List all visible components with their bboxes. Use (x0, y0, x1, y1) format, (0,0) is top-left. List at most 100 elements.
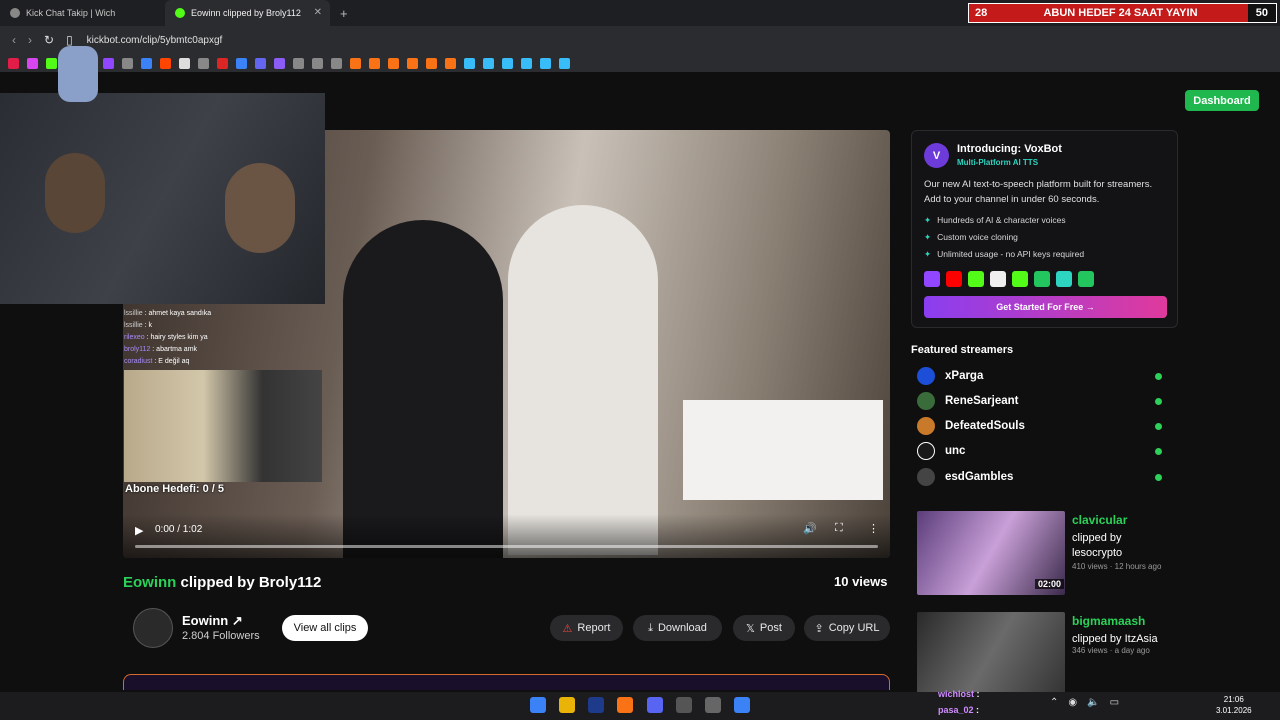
clip-meta: 346 views · a day ago (1072, 646, 1150, 655)
overlay-chat-log: lssillie : ahmet kaya sandıka lssillie :… (124, 308, 324, 368)
bookmark-generic-icon[interactable] (369, 57, 380, 69)
voxbot-subtitle: Multi-Platform AI TTS (957, 158, 1039, 167)
live-indicator-icon (1155, 473, 1162, 481)
download-button[interactable]: ⤓ Download (633, 615, 722, 641)
avatar (917, 392, 935, 410)
forward-icon[interactable]: › (28, 33, 32, 47)
clip-thumbnail[interactable] (917, 612, 1065, 696)
bookmark-generic-icon[interactable] (274, 57, 285, 69)
bookmark-generic-icon[interactable] (407, 57, 418, 69)
platform-icon (1034, 271, 1050, 287)
chevron-up-icon[interactable]: ⌃ (1050, 697, 1058, 708)
app-icon[interactable] (676, 697, 692, 713)
start-menu-icon[interactable] (530, 697, 546, 713)
clip-channel-link[interactable]: Eowinn (123, 574, 176, 591)
bookmark-generic-icon[interactable] (217, 57, 228, 69)
bookmark-steam-icon[interactable] (483, 57, 494, 69)
bookmark-generic-icon[interactable] (312, 57, 323, 69)
twitch-icon (924, 271, 940, 287)
avatar[interactable] (133, 608, 173, 648)
progress-bar[interactable] (135, 545, 878, 548)
featured-streamer[interactable]: DefeatedSouls (917, 416, 1164, 436)
featured-streamer[interactable]: xParga (917, 366, 1164, 386)
app-icon[interactable] (734, 697, 750, 713)
bookmark-kick-icon[interactable] (46, 57, 57, 69)
bookmark-generic-icon[interactable] (350, 57, 361, 69)
discord-icon[interactable] (647, 697, 663, 713)
bookmark-icon[interactable]: ▯ (66, 33, 73, 47)
bookmark-generic-icon[interactable] (331, 57, 342, 69)
related-clip-card[interactable]: 02:00 clavicular clipped by lesocrypto 4… (917, 511, 1167, 596)
sparkle-icon: ✦ (924, 215, 932, 225)
more-options-icon[interactable]: ⋮ (868, 522, 879, 535)
bookmark-steam-icon[interactable] (559, 57, 570, 69)
live-indicator-icon (1155, 372, 1162, 380)
tab-favicon-icon (10, 8, 20, 18)
browser-tab-1[interactable]: Eowinn clipped by Broly112 ✕ (165, 0, 330, 26)
back-icon[interactable]: ‹ (12, 33, 16, 47)
wifi-icon[interactable]: ◉ (1068, 697, 1077, 708)
bookmark-instagram-icon[interactable] (27, 57, 38, 69)
battery-icon[interactable]: ▭ (1110, 697, 1119, 708)
copy-url-button[interactable]: ⇪ Copy URL (804, 615, 890, 641)
stream-goal-banner: 28 ABUN HEDEF 24 SAAT YAYIN 50 (968, 3, 1277, 23)
browser-tab-0[interactable]: Kick Chat Takip | Wich (0, 0, 165, 26)
bookmark-x-icon[interactable] (122, 57, 133, 69)
clip-channel[interactable]: clavicular (1072, 513, 1127, 527)
bookmark-generic-icon[interactable] (426, 57, 437, 69)
video-frame-person (508, 205, 658, 555)
chat-line: coradiust : E değil aq (124, 358, 190, 365)
close-tab-icon[interactable]: ✕ (314, 7, 322, 18)
featured-streamer[interactable]: ReneSarjeant (917, 391, 1164, 411)
steam-icon[interactable] (588, 697, 604, 713)
kick-icon (968, 271, 984, 287)
featured-streamers-heading: Featured streamers (911, 344, 1014, 356)
system-clock[interactable]: 21:06 3.01.2026 (1216, 694, 1252, 716)
dashboard-button[interactable]: Dashboard (1185, 90, 1259, 111)
clip-channel[interactable]: bigmamaash (1072, 614, 1145, 628)
reload-icon[interactable]: ↻ (44, 33, 54, 47)
bookmark-twitch-icon[interactable] (103, 57, 114, 69)
bookmark-steam-icon[interactable] (464, 57, 475, 69)
fullscreen-icon[interactable]: ⛶ (835, 522, 843, 535)
view-all-clips-button[interactable]: View all clips (282, 615, 368, 641)
platform-icons (924, 271, 1094, 287)
obs-icon[interactable] (705, 697, 721, 713)
file-explorer-icon[interactable] (559, 697, 575, 713)
chat-line: lssillie : k (124, 322, 153, 329)
brave-browser-icon[interactable] (617, 697, 633, 713)
featured-streamer[interactable]: unc (917, 441, 1164, 461)
volume-icon[interactable]: 🔊 (803, 522, 817, 535)
voxbot-feature: ✦ Hundreds of AI & character voices (924, 215, 1066, 225)
related-clip-card[interactable]: bigmamaash clipped by ItzAsia 346 views … (917, 612, 1167, 697)
bookmark-generic-icon[interactable] (293, 57, 304, 69)
bookmark-youtube-icon[interactable] (8, 57, 19, 69)
speaker-icon[interactable]: 🔈 (1087, 697, 1099, 708)
rumble-icon (1012, 271, 1028, 287)
play-icon[interactable]: ▶ (135, 524, 143, 537)
bookmark-generic-icon[interactable] (179, 57, 190, 69)
bookmark-steam-icon[interactable] (521, 57, 532, 69)
voxbot-logo-icon: V (924, 143, 949, 168)
clip-title: Eowinn clipped by Broly112 (123, 574, 322, 591)
channel-name[interactable]: Eowinn ↗ (182, 613, 243, 629)
bookmark-generic-icon[interactable] (198, 57, 209, 69)
bookmark-steam-icon[interactable] (540, 57, 551, 69)
bookmark-generic-icon[interactable] (388, 57, 399, 69)
featured-streamer[interactable]: esdGambles (917, 467, 1164, 487)
new-tab-icon[interactable]: + (340, 6, 348, 21)
url-field[interactable]: kickbot.com/clip/5ybmtc0apxgf (87, 35, 223, 46)
external-link-icon[interactable]: ↗ (232, 613, 243, 628)
bookmark-reddit-icon[interactable] (160, 57, 171, 69)
bookmark-generic-icon[interactable] (141, 57, 152, 69)
bookmark-steam-icon[interactable] (502, 57, 513, 69)
player-controls: ▶ 0:00 / 1:02 🔊 ⛶ ⋮ (123, 514, 890, 558)
post-button[interactable]: 𝕏 Post (733, 615, 795, 641)
bookmark-generic-icon[interactable] (445, 57, 456, 69)
bookmark-generic-icon[interactable] (236, 57, 247, 69)
clip-clipped-by: clipped by ItzAsia (1072, 633, 1158, 645)
bookmark-generic-icon[interactable] (255, 57, 266, 69)
get-started-button[interactable]: Get Started For Free → (924, 296, 1167, 318)
report-button[interactable]: ⚠ Report (550, 615, 623, 641)
voxbot-feature: ✦ Unlimited usage - no API keys required (924, 249, 1085, 259)
